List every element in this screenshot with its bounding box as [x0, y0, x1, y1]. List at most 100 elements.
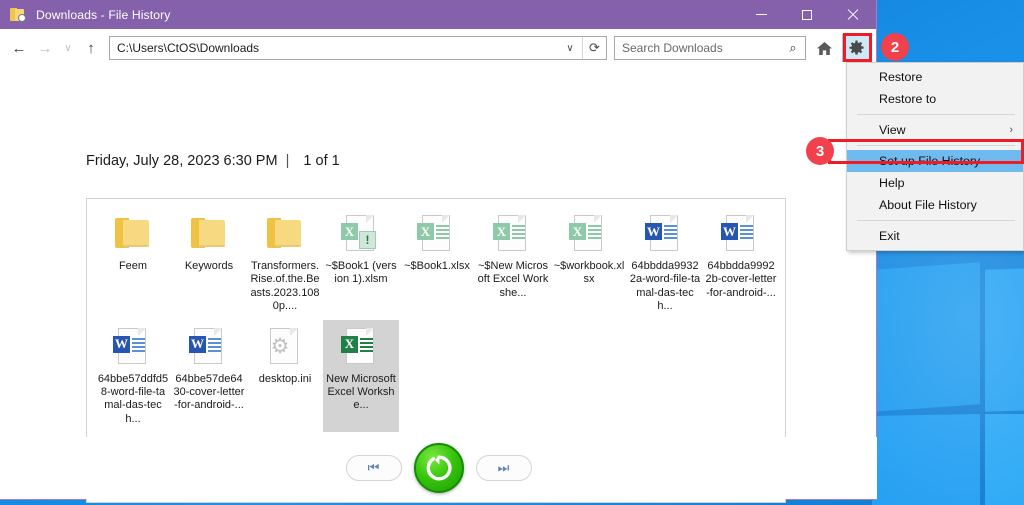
file-name-label: 64bbe57de6430-cover-letter-for-android-.… — [173, 372, 245, 412]
address-path: C:\Users\CtOS\Downloads — [117, 41, 260, 55]
menu-separator — [857, 145, 1015, 146]
file-name-label: ~$Book1.xlsx — [404, 260, 470, 272]
menu-item-set-up-file-history[interactable]: Set up File History — [847, 150, 1023, 172]
file-item[interactable]: X ~$New Microsoft Excel Workshe... — [475, 207, 551, 320]
window-body: Friday, July 28, 2023 6:30 PM | 1 of 1 F… — [0, 67, 877, 503]
file-item[interactable]: W 64bbdda99322a-word-file-tamal-das-tech.… — [627, 207, 703, 320]
up-arrow-icon: ↑ — [87, 39, 95, 57]
excel-temp-file-icon: X — [415, 211, 459, 255]
version-header: Friday, July 28, 2023 6:30 PM | 1 of 1 — [86, 153, 340, 169]
menu-item-help[interactable]: Help — [847, 172, 1023, 194]
window-title: Downloads - File History — [36, 7, 171, 22]
header-separator: | — [285, 153, 290, 169]
file-name-label: New Microsoft Excel Workshe... — [326, 372, 396, 412]
restore-button[interactable] — [413, 443, 464, 493]
file-name-label: Feem — [118, 260, 148, 272]
folder-icon — [263, 211, 307, 255]
address-dropdown-button[interactable]: ∨ — [558, 37, 582, 59]
maximize-button[interactable] — [784, 0, 830, 29]
folder-icon — [111, 211, 155, 255]
recent-locations-button[interactable]: ∨ — [58, 35, 78, 61]
file-item[interactable]: X New Microsoft Excel Workshe... — [323, 319, 399, 433]
excel-temp-file-icon: X — [491, 211, 535, 255]
maximize-icon — [802, 9, 812, 20]
menu-item-label: Set up File History — [879, 154, 981, 168]
file-name-label: Transformers.Rise.of.the.Beasts.2023.108… — [250, 260, 320, 313]
file-item[interactable]: W 64bbdda99922b-cover-letter-for-android-… — [703, 207, 779, 320]
file-item[interactable]: W 64bbe57ddfd58-word-file-tamal-das-tech.… — [95, 320, 171, 433]
file-item[interactable]: X ~$Book1.xlsx — [399, 207, 475, 320]
menu-separator — [857, 114, 1015, 115]
menu-item-about-file-history[interactable]: About File History — [847, 194, 1023, 216]
file-item[interactable]: Transformers.Rise.of.the.Beasts.2023.108… — [247, 207, 323, 320]
title-bar: Downloads - File History — [0, 0, 876, 29]
file-history-window: Downloads - File History ← → ∨ ↑ C:\User… — [0, 0, 877, 503]
file-name-label: ~$workbook.xlsx — [553, 260, 625, 286]
menu-item-restore[interactable]: Restore — [847, 66, 1023, 88]
file-item[interactable]: W 64bbe57de6430-cover-letter-for-android-… — [171, 320, 247, 433]
search-input[interactable]: Search Downloads — [615, 41, 781, 55]
step-badge-3: 3 — [806, 137, 834, 165]
back-button[interactable]: ← — [6, 35, 32, 61]
file-item[interactable]: ⚙ desktop.ini — [247, 320, 323, 433]
excel-temp-file-icon: X — [567, 211, 611, 255]
folder-icon — [187, 211, 231, 255]
file-item[interactable]: X ~$workbook.xlsx — [551, 207, 627, 320]
submenu-arrow-icon: › — [1009, 124, 1013, 136]
menu-item-label: View — [879, 123, 906, 137]
file-item[interactable]: X! ~$Book1 (version 1).xlsm — [323, 207, 399, 320]
file-grid[interactable]: Feem Keywords Transformers.Rise.of.the.Bea… — [87, 199, 785, 474]
version-position: 1 of 1 — [303, 153, 340, 169]
file-name-label: desktop.ini — [258, 372, 312, 385]
search-box[interactable]: Search Downloads ⌕ — [614, 36, 806, 60]
home-button[interactable] — [810, 34, 838, 62]
word-document-icon: W — [643, 211, 687, 255]
folder-clock-icon — [10, 7, 27, 22]
menu-item-restore-to[interactable]: Restore to — [847, 88, 1023, 110]
previous-version-button[interactable]: ⏮ — [345, 455, 402, 481]
gear-icon — [848, 40, 864, 55]
menu-item-exit[interactable]: Exit — [847, 225, 1023, 247]
restore-controls: ⏮ ⏭ — [345, 443, 532, 493]
version-navigation-bar: ⏮ ⏭ — [0, 437, 877, 499]
step-badge-2: 2 — [881, 33, 909, 61]
address-bar[interactable]: C:\Users\CtOS\Downloads ∨ ⟳ — [109, 36, 607, 60]
file-name-label: ~$Book1 (version 1).xlsm — [325, 260, 397, 286]
address-toolbar: ← → ∨ ↑ C:\Users\CtOS\Downloads ∨ ⟳ Sear… — [0, 29, 876, 67]
forward-button[interactable]: → — [32, 35, 58, 61]
home-icon — [816, 41, 832, 55]
previous-version-icon: ⏮ — [367, 460, 380, 475]
next-version-icon: ⏭ — [497, 460, 510, 475]
menu-item-label: Restore — [879, 70, 923, 84]
search-icon: ⌕ — [789, 40, 797, 55]
menu-item-label: Exit — [879, 229, 900, 243]
file-item[interactable]: Feem — [95, 207, 171, 320]
window-controls — [738, 0, 876, 29]
next-version-button[interactable]: ⏭ — [475, 455, 532, 481]
file-item[interactable]: Keywords — [171, 207, 247, 320]
file-name-label: Keywords — [184, 260, 234, 272]
minimize-icon — [755, 14, 767, 15]
file-name-label: 64bbdda99322a-word-file-tamal-das-tech..… — [629, 260, 701, 313]
close-icon — [847, 9, 859, 21]
file-name-label: ~$New Microsoft Excel Workshe... — [477, 260, 549, 299]
word-document-icon: W — [111, 324, 155, 368]
menu-item-label: Restore to — [879, 92, 937, 106]
settings-dropdown-menu[interactable]: Restore Restore to View › Set up File Histor… — [846, 62, 1024, 251]
version-datetime: Friday, July 28, 2023 6:30 PM — [86, 153, 278, 169]
restore-circular-arrow-icon — [426, 455, 452, 481]
forward-arrow-icon: → — [37, 39, 53, 57]
chevron-down-icon: ∨ — [64, 42, 72, 54]
excel-temp-warning-icon: X! — [339, 211, 383, 255]
settings-gear-button[interactable] — [842, 34, 870, 62]
refresh-button[interactable]: ⟳ — [582, 37, 606, 59]
back-arrow-icon: ← — [11, 39, 27, 57]
close-button[interactable] — [830, 0, 876, 29]
file-name-label: 64bbe57ddfd58-word-file-tamal-das-tech..… — [97, 372, 169, 425]
up-button[interactable]: ↑ — [78, 35, 104, 61]
file-name-label: 64bbdda99922b-cover-letter-for-android-.… — [705, 260, 777, 299]
menu-item-view[interactable]: View › — [847, 119, 1023, 141]
refresh-icon: ⟳ — [589, 40, 600, 55]
minimize-button[interactable] — [738, 0, 784, 29]
word-document-icon: W — [719, 211, 763, 255]
